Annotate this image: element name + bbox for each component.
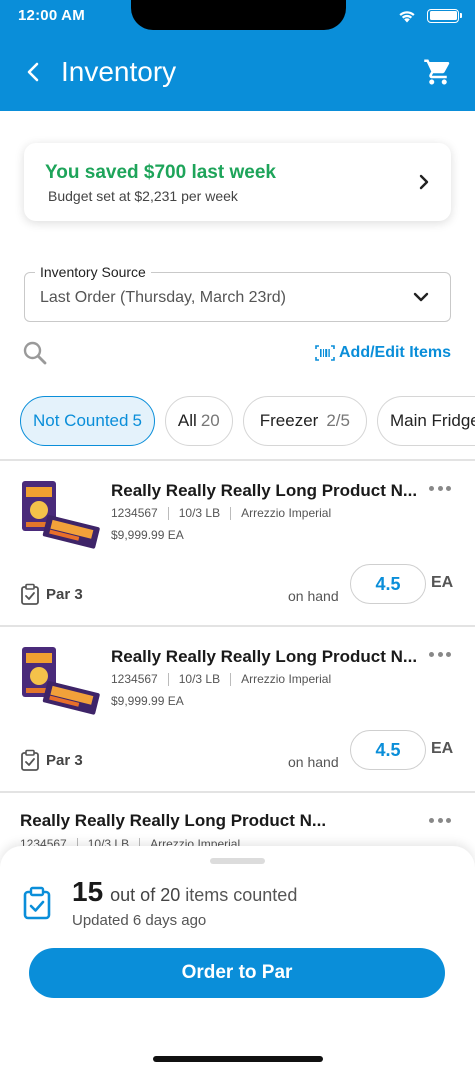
product-sku: 1234567	[111, 506, 158, 520]
product-price: $9,999.99 EA	[111, 528, 184, 542]
product-image	[22, 647, 100, 715]
savings-card[interactable]: You saved $700 last week Budget set at $…	[24, 143, 451, 221]
product-row[interactable]: Really Really Really Long Product N... 1…	[0, 793, 475, 853]
inventory-source-label: Inventory Source	[35, 264, 151, 280]
chevron-left-icon	[27, 62, 39, 82]
page-title: Inventory	[61, 56, 177, 87]
on-hand-label: on hand	[288, 754, 339, 770]
more-options-button[interactable]	[429, 816, 451, 824]
wifi-icon	[399, 11, 415, 23]
clipboard-check-icon	[21, 583, 39, 605]
par-label: Par 3	[46, 585, 83, 603]
more-options-button[interactable]	[429, 650, 451, 658]
budget-subtitle: Budget set at $2,231 per week	[48, 188, 238, 204]
chip-label: Main Fridge	[389, 411, 475, 430]
chip-label: Freezer	[259, 411, 319, 430]
product-name: Really Really Really Long Product N...	[111, 647, 418, 666]
product-row[interactable]: Really Really Really Long Product N... 1…	[0, 461, 475, 625]
order-to-par-button[interactable]: Order to Par	[29, 948, 445, 998]
inventory-source-value: Last Order (Thursday, March 23rd)	[40, 289, 287, 306]
product-name: Really Really Really Long Product N...	[20, 811, 327, 830]
product-sku: 1234567	[111, 672, 158, 686]
barcode-icon	[315, 345, 335, 361]
product-row[interactable]: Really Really Really Long Product N... 1…	[0, 627, 475, 791]
home-indicator	[153, 1056, 323, 1062]
chip-not-counted[interactable]: Not Counted 5	[20, 396, 155, 446]
count-summary-sheet: 15 out of 20 items counted Updated 6 day…	[0, 846, 475, 1072]
status-icons	[397, 8, 462, 23]
cart-button[interactable]	[423, 57, 453, 87]
back-button[interactable]	[26, 57, 50, 87]
items-counted-summary: 15 out of 20 items counted	[72, 876, 297, 908]
updated-timestamp: Updated 6 days ago	[72, 912, 207, 929]
par-label: Par 3	[46, 751, 83, 769]
counted-rest: out of 20 items counted	[110, 885, 297, 906]
chip-count: 5	[132, 411, 142, 430]
chip-count: 2/5	[326, 411, 350, 430]
add-edit-items-label: Add/Edit Items	[338, 344, 451, 361]
quantity-input[interactable]: 4.5	[350, 564, 426, 604]
sheet-grabber[interactable]	[210, 858, 265, 864]
device-notch	[131, 0, 346, 30]
product-brand: Arrezzio Imperial	[241, 672, 332, 686]
out-of-label: out of	[110, 885, 156, 905]
battery-icon	[427, 8, 462, 23]
chip-label: Not Counted	[33, 411, 129, 430]
product-pack: 10/3 LB	[178, 506, 221, 520]
product-name: Really Really Really Long Product N...	[111, 481, 418, 500]
clipboard-check-icon	[23, 886, 51, 920]
items-counted-label: items counted	[185, 885, 298, 905]
product-meta: 1234567 10/3 LB Arrezzio Imperial	[111, 506, 331, 520]
product-brand: Arrezzio Imperial	[241, 506, 332, 520]
par-indicator: Par 3	[20, 583, 83, 605]
unit-label: EA	[431, 740, 454, 757]
more-options-button[interactable]	[429, 484, 451, 492]
par-indicator: Par 3	[20, 749, 83, 771]
product-pack: 10/3 LB	[178, 672, 221, 686]
product-image	[22, 481, 100, 549]
chip-label: All	[177, 411, 197, 430]
inventory-source-select[interactable]: Inventory Source Last Order (Thursday, M…	[24, 264, 451, 322]
product-price: $9,999.99 EA	[111, 694, 184, 708]
clipboard-check-icon	[21, 749, 39, 771]
status-time: 12:00 AM	[18, 7, 85, 24]
app-header: 12:00 AM Inventory	[0, 0, 475, 111]
chip-all[interactable]: All 20	[164, 396, 233, 446]
chip-count: 20	[200, 411, 220, 430]
on-hand-label: on hand	[288, 588, 339, 604]
total-number: 20	[160, 885, 181, 905]
chevron-down-icon	[413, 292, 429, 302]
chip-freezer[interactable]: Freezer 2/5	[242, 396, 367, 446]
chip-main-fridge[interactable]: Main Fridge	[376, 396, 475, 446]
unit-label: EA	[431, 574, 454, 591]
cart-icon	[424, 59, 450, 85]
quantity-input[interactable]: 4.5	[350, 730, 426, 770]
chevron-right-icon	[419, 174, 429, 190]
filter-chips: Not Counted 5 All 20 Freezer 2/5 Main Fr…	[20, 396, 475, 446]
add-edit-items-button[interactable]: Add/Edit Items	[315, 344, 451, 362]
product-meta: 1234567 10/3 LB Arrezzio Imperial	[111, 672, 331, 686]
savings-title: You saved $700 last week	[45, 162, 276, 183]
counted-number: 15	[72, 876, 104, 907]
search-icon[interactable]	[22, 340, 48, 366]
